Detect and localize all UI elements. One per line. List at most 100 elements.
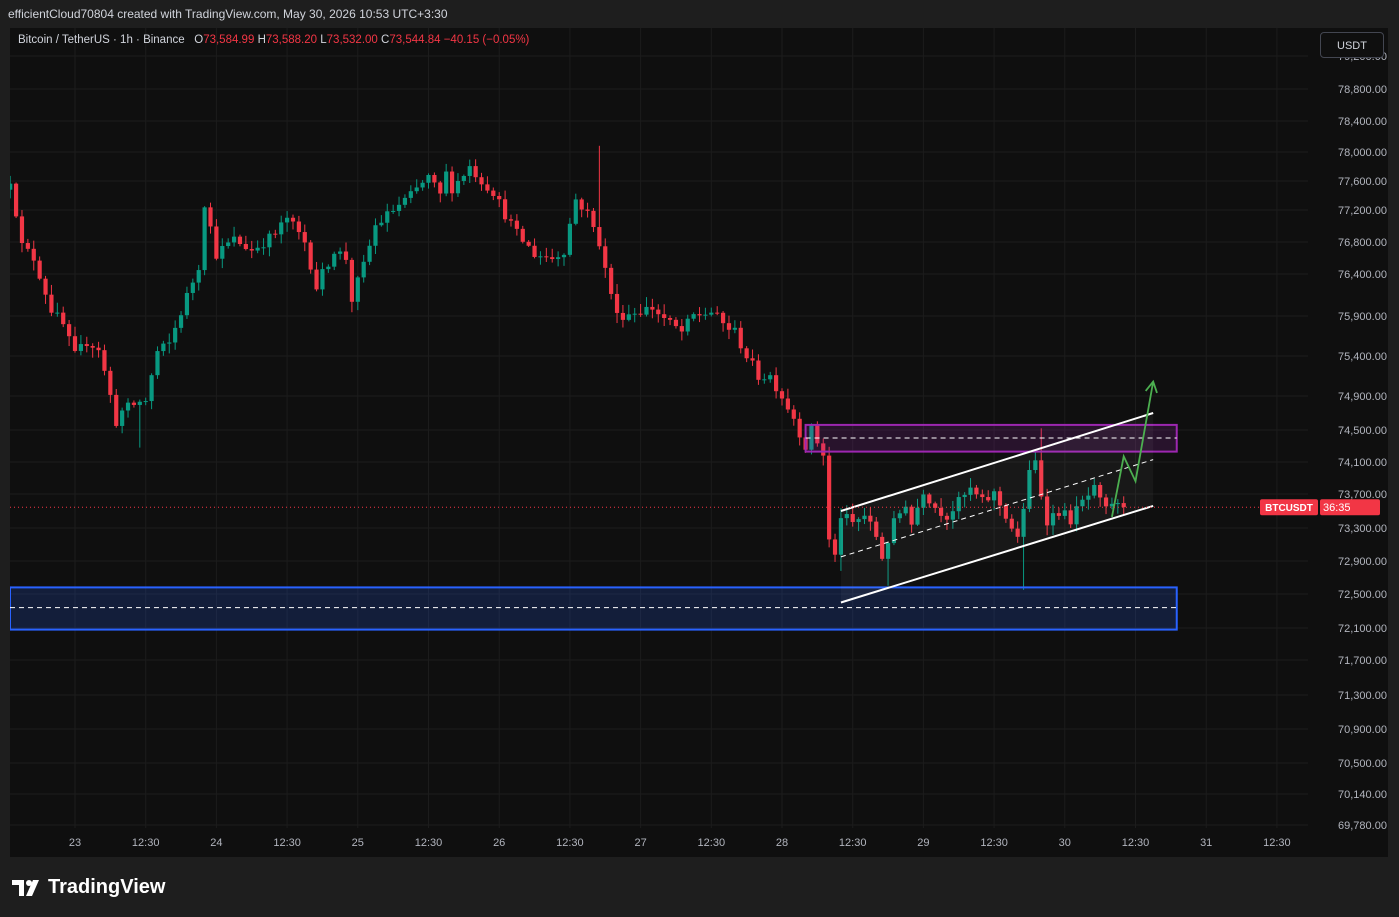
candle-body[interactable] [556, 257, 561, 260]
candle-body[interactable] [715, 312, 720, 314]
candle-body[interactable] [609, 267, 614, 294]
candle-body[interactable] [420, 182, 425, 188]
candle-body[interactable] [391, 210, 396, 212]
candle-body[interactable] [290, 217, 296, 222]
support-zone[interactable] [10, 586, 1178, 631]
candle-body[interactable] [385, 211, 390, 223]
candle-body[interactable] [561, 254, 567, 258]
candle-body[interactable] [703, 314, 708, 316]
candle-body[interactable] [332, 253, 337, 267]
candle-body[interactable] [520, 228, 525, 242]
symbol-label[interactable]: Bitcoin / TetherUS · 1h · Binance [18, 34, 185, 46]
candle-body[interactable] [538, 256, 543, 258]
candle-body[interactable] [508, 219, 514, 221]
candle-body[interactable] [10, 183, 13, 190]
candle-body[interactable] [149, 375, 154, 402]
candle-body[interactable] [214, 226, 219, 259]
candle-body[interactable] [785, 398, 790, 410]
candle-body[interactable] [143, 401, 148, 403]
candle-body[interactable] [526, 241, 531, 246]
candle-body[interactable] [19, 216, 25, 244]
candle-body[interactable] [667, 317, 673, 320]
candle-body[interactable] [131, 402, 137, 405]
candle-body[interactable] [679, 326, 684, 332]
candle-body[interactable] [732, 327, 737, 330]
candle-body[interactable] [379, 222, 384, 226]
candle-body[interactable] [656, 309, 661, 315]
candle-body[interactable] [361, 261, 366, 278]
candle-body[interactable] [326, 266, 331, 270]
candle-body[interactable] [620, 312, 626, 320]
candle-body[interactable] [90, 346, 95, 348]
candle-body[interactable] [255, 247, 260, 251]
candle-body[interactable] [402, 197, 408, 205]
candle-body[interactable] [502, 199, 508, 220]
candle-body[interactable] [96, 347, 101, 351]
candle-body[interactable] [279, 222, 284, 235]
candle-body[interactable] [13, 183, 19, 217]
candle-body[interactable] [632, 313, 637, 315]
candle-body[interactable] [591, 210, 596, 228]
candle-body[interactable] [573, 199, 578, 224]
candle-body[interactable] [302, 232, 307, 243]
candle-body[interactable] [373, 225, 378, 246]
candle-body[interactable] [614, 293, 620, 313]
candle-body[interactable] [249, 249, 254, 251]
candle-body[interactable] [125, 402, 131, 411]
candle-body[interactable] [744, 348, 749, 359]
candle-body[interactable] [202, 207, 207, 271]
candle-body[interactable] [314, 269, 319, 290]
candle-body[interactable] [296, 221, 301, 233]
candle-body[interactable] [756, 360, 761, 380]
candle-body[interactable] [738, 327, 743, 349]
candle-body[interactable] [455, 180, 461, 194]
candle-body[interactable] [768, 375, 773, 380]
candle-body[interactable] [726, 323, 732, 330]
candle-body[interactable] [532, 245, 537, 257]
candle-body[interactable] [691, 314, 696, 319]
candle-body[interactable] [626, 314, 631, 320]
candle-body[interactable] [750, 358, 755, 361]
candle-body[interactable] [184, 292, 190, 316]
candle-body[interactable] [697, 314, 702, 316]
candle-body[interactable] [237, 236, 243, 244]
currency-button[interactable]: USDT [1320, 32, 1384, 58]
candle-body[interactable] [43, 278, 48, 295]
candle-body[interactable] [567, 223, 572, 255]
candle-body[interactable] [597, 227, 602, 247]
candle-body[interactable] [491, 190, 496, 196]
candle-body[interactable] [673, 319, 679, 327]
candle-body[interactable] [226, 242, 231, 247]
candle-body[interactable] [49, 294, 54, 313]
candle-body[interactable] [603, 246, 608, 268]
candle-body[interactable] [827, 455, 832, 540]
candle-body[interactable] [196, 270, 201, 283]
candle-body[interactable] [432, 174, 437, 183]
candle-body[interactable] [774, 375, 779, 392]
candle-body[interactable] [167, 342, 172, 344]
candle-body[interactable] [644, 306, 649, 315]
candle-body[interactable] [231, 236, 237, 243]
candle-body[interactable] [550, 257, 555, 260]
candle-body[interactable] [114, 394, 119, 426]
candle-body[interactable] [120, 410, 125, 426]
candle-body[interactable] [349, 259, 355, 302]
candle-body[interactable] [438, 182, 443, 194]
candle-body[interactable] [190, 282, 195, 293]
candle-body[interactable] [161, 343, 166, 352]
candle-body[interactable] [285, 217, 290, 223]
candle-body[interactable] [579, 199, 584, 210]
candle-body[interactable] [461, 175, 466, 181]
candle-body[interactable] [178, 315, 184, 328]
candle-body[interactable] [273, 233, 278, 235]
candle-body[interactable] [78, 344, 83, 351]
candle-body[interactable] [55, 312, 60, 314]
tradingview-logo[interactable]: TradingView [12, 876, 165, 899]
candle-body[interactable] [444, 171, 449, 194]
candle-body[interactable] [650, 306, 655, 310]
candle-body[interactable] [25, 243, 30, 249]
candle-body[interactable] [208, 207, 213, 227]
candle-body[interactable] [367, 245, 372, 262]
candle-body[interactable] [31, 248, 36, 261]
candlestick-chart[interactable]: 79,200.0078,800.0078,400.0078,000.0077,6… [10, 28, 1388, 857]
